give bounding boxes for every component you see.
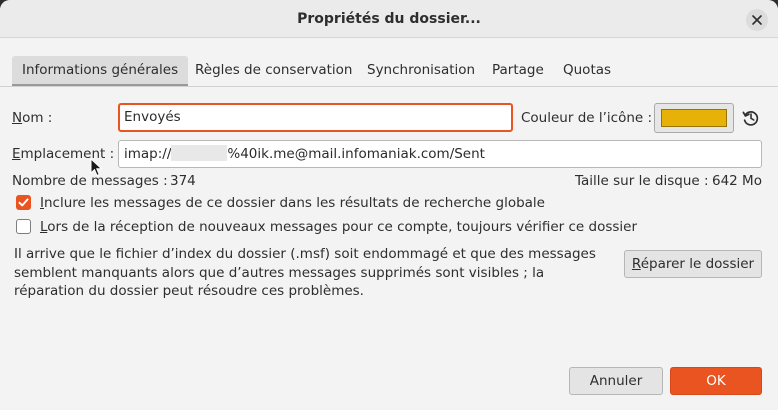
tab-divider <box>0 86 778 87</box>
location-field[interactable]: imap:// %40ik.me@mail.infomaniak.com/Sent <box>118 140 762 168</box>
disk-size-value: 642 Mo <box>712 173 762 189</box>
tab-synchronisation[interactable]: Synchronisation <box>357 56 485 86</box>
icon-color-label: Couleur de l’icône : <box>521 110 653 126</box>
history-reset-icon[interactable] <box>741 108 761 128</box>
always-check-folder-checkbox[interactable] <box>16 219 31 234</box>
location-prefix: imap:// <box>124 146 172 162</box>
tab-retention-rules[interactable]: Règles de conservation <box>185 56 362 86</box>
include-global-search-label[interactable]: Inclure les messages de ce dossier dans … <box>40 195 545 211</box>
repair-folder-button[interactable]: Réparer le dossier <box>624 250 762 278</box>
disk-size-label: Taille sur le disque : <box>575 173 709 189</box>
message-count-value: 374 <box>170 173 196 189</box>
close-icon <box>752 15 762 25</box>
tab-quotas[interactable]: Quotas <box>553 56 621 86</box>
title-bar: Propriétés du dossier... <box>0 0 778 38</box>
include-global-search-checkbox[interactable] <box>16 195 31 210</box>
repair-info-text: Il arrive que le fichier d’index du doss… <box>14 246 596 299</box>
dialog-title: Propriétés du dossier... <box>297 11 481 27</box>
icon-color-swatch <box>661 109 727 127</box>
folder-name-input[interactable]: Envoyés <box>118 103 513 132</box>
ok-button[interactable]: OK <box>670 367 762 395</box>
always-check-folder-label[interactable]: Lors de la réception de nouveaux message… <box>40 219 637 235</box>
name-label: Nom : <box>12 110 53 126</box>
cancel-button[interactable]: Annuler <box>569 367 663 395</box>
redacted-username <box>171 145 228 161</box>
cursor-arrow-icon <box>90 158 103 177</box>
tab-sharing[interactable]: Partage <box>482 56 554 86</box>
checkmark-icon <box>18 198 29 207</box>
icon-color-picker[interactable] <box>654 103 734 133</box>
close-button[interactable] <box>746 9 768 31</box>
tab-general-info[interactable]: Informations générales <box>12 56 189 86</box>
location-suffix: %40ik.me@mail.infomaniak.com/Sent <box>227 146 485 162</box>
folder-properties-dialog: Propriétés du dossier... Informations gé… <box>0 0 778 410</box>
